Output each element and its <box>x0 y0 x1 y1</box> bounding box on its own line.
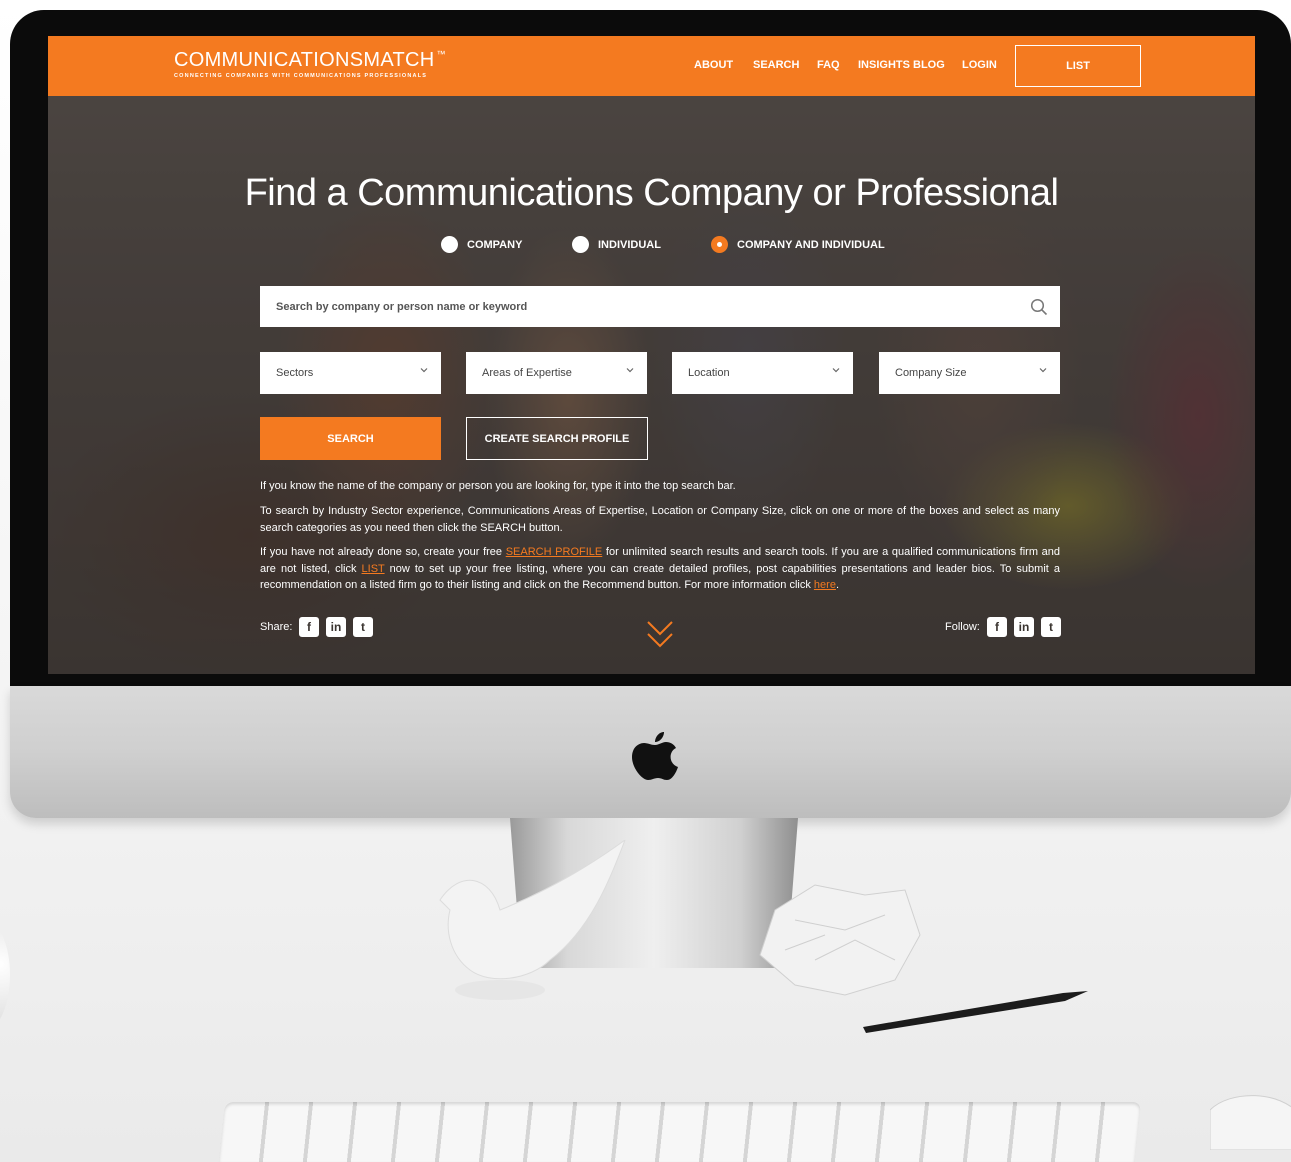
follow-linkedin-icon[interactable]: in <box>1014 617 1034 637</box>
website-screen: COMMUNICATIONSMATCH ™ CONNECTING COMPANIE… <box>48 36 1255 674</box>
follow-label: Follow: <box>945 621 980 633</box>
nav-login[interactable]: LOGIN <box>962 59 997 71</box>
radio-unselected-icon <box>572 236 589 253</box>
crumpled-paper <box>759 884 921 996</box>
radio-individual[interactable]: INDIVIDUAL <box>572 236 661 253</box>
help-text: If you have not already done so, create … <box>260 546 506 558</box>
share-linkedin-icon[interactable]: in <box>326 617 346 637</box>
company-size-dropdown[interactable]: Company Size <box>879 352 1060 394</box>
desk-scene: COMMUNICATIONSMATCH ™ CONNECTING COMPANIE… <box>0 0 1291 1162</box>
mouse <box>1210 1095 1291 1150</box>
chevron-down-icon <box>1039 368 1047 373</box>
help-text: . <box>835 579 840 591</box>
trademark-symbol: ™ <box>436 49 446 59</box>
logo-wordmark: COMMUNICATIONSMATCH <box>174 49 435 71</box>
nav-insights-blog[interactable]: INSIGHTS BLOG <box>858 59 945 71</box>
nav-search[interactable]: SEARCH <box>753 59 799 71</box>
sectors-dropdown-label: Sectors <box>276 367 314 379</box>
ceramic-bird-figure <box>439 840 626 1000</box>
list-button[interactable]: LIST <box>1015 45 1141 87</box>
location-dropdown[interactable]: Location <box>672 352 853 394</box>
apple-logo-icon <box>632 732 678 780</box>
company-size-dropdown-label: Company Size <box>895 367 967 379</box>
search-button[interactable]: SEARCH <box>260 417 441 460</box>
scroll-down-chevron-icon[interactable] <box>645 618 675 652</box>
nav-faq[interactable]: FAQ <box>817 59 840 71</box>
radio-company-and-individual-label: COMPANY AND INDIVIDUAL <box>737 238 885 251</box>
pencil <box>863 991 1088 1033</box>
areas-of-expertise-dropdown[interactable]: Areas of Expertise <box>466 352 647 394</box>
radio-company-and-individual[interactable]: COMPANY AND INDIVIDUAL <box>711 236 885 253</box>
help-paragraph-3: If you have not already done so, create … <box>260 544 1060 594</box>
chevron-down-icon <box>626 368 634 373</box>
radio-company[interactable]: COMPANY <box>441 236 522 253</box>
site-logo[interactable]: COMMUNICATIONSMATCH ™ CONNECTING COMPANIE… <box>174 49 446 79</box>
header-bar: COMMUNICATIONSMATCH ™ CONNECTING COMPANIE… <box>48 36 1255 96</box>
search-icon[interactable] <box>1030 298 1048 316</box>
logo-tagline: CONNECTING COMPANIES WITH COMMUNICATIONS… <box>174 73 428 79</box>
radio-selected-icon <box>711 236 728 253</box>
decorative-sphere <box>0 920 10 1030</box>
share-facebook-icon[interactable]: f <box>299 617 319 637</box>
location-dropdown-label: Location <box>688 367 730 379</box>
more-info-link[interactable]: here <box>814 579 836 591</box>
chevron-down-icon <box>420 368 428 373</box>
help-paragraph-1: If you know the name of the company or p… <box>260 480 736 492</box>
create-search-profile-button[interactable]: CREATE SEARCH PROFILE <box>466 417 648 460</box>
keyboard <box>218 1102 1142 1162</box>
chevron-down-icon <box>832 368 840 373</box>
sectors-dropdown[interactable]: Sectors <box>260 352 441 394</box>
radio-unselected-icon <box>441 236 458 253</box>
help-paragraph-2: To search by Industry Sector experience,… <box>260 505 1060 534</box>
search-profile-link[interactable]: SEARCH PROFILE <box>506 546 603 558</box>
list-link[interactable]: LIST <box>362 563 385 575</box>
share-label: Share: <box>260 621 293 633</box>
follow-facebook-icon[interactable]: f <box>987 617 1007 637</box>
search-input[interactable] <box>260 286 1020 327</box>
radio-individual-label: INDIVIDUAL <box>598 238 661 251</box>
follow-twitter-icon[interactable]: t <box>1041 617 1061 637</box>
hero-title: Find a Communications Company or Profess… <box>244 172 1059 214</box>
share-twitter-icon[interactable]: t <box>353 617 373 637</box>
search-bar <box>260 286 1060 327</box>
areas-of-expertise-dropdown-label: Areas of Expertise <box>482 367 572 379</box>
radio-company-label: COMPANY <box>467 238 523 251</box>
nav-about[interactable]: ABOUT <box>694 59 733 71</box>
